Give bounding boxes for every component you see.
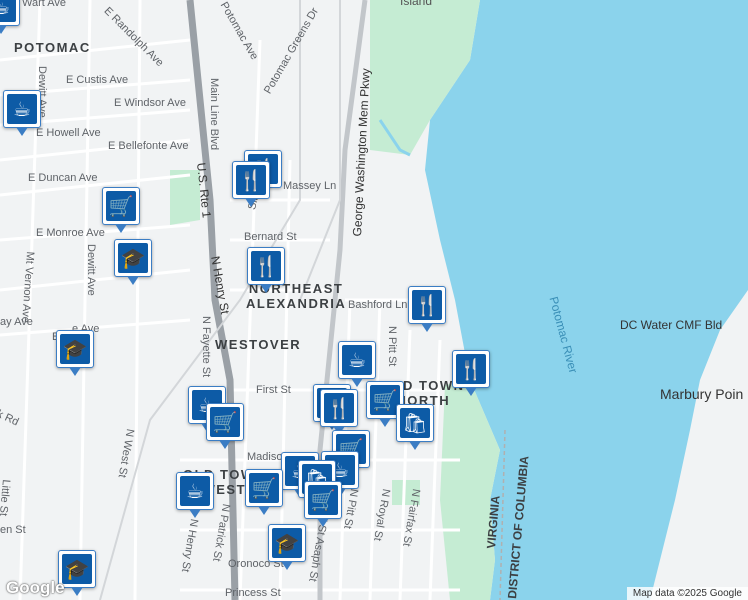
grocery-marker[interactable]: 🛒 [245,469,283,515]
restaurant-marker[interactable]: 🍴 [247,247,285,293]
restaurant-marker[interactable]: 🍴 [232,161,270,207]
street-e-howell: E Howell Ave [36,127,101,139]
grocery-marker[interactable]: 🛒 [102,187,140,233]
restaurant-marker[interactable]: 🍴 [320,389,358,435]
street-dewitt-2: Dewitt Ave [85,244,97,296]
street-e-monroe: E Monroe Ave [36,227,105,239]
street-bernard: Bernard St [244,231,297,243]
school-marker[interactable]: 🎓 [268,524,306,570]
street-frag-en-st: en St [0,524,26,536]
school-marker[interactable]: 🎓 [56,330,94,376]
street-n-fayette: N Fayette St [200,316,212,378]
graduation-cap-icon: 🎓 [60,334,90,364]
street-e-custis: E Custis Ave [66,74,129,86]
coffee-icon: ☕ [0,0,16,22]
cafe-marker[interactable]: ☕ [0,0,20,34]
street-main-line: Main Line Blvd [208,78,220,151]
coffee-icon: ☕ [180,476,210,506]
street-e-windsor: E Windsor Ave [114,97,186,109]
grocery-marker[interactable]: 🛒 [206,403,244,449]
restaurant-marker[interactable]: 🍴 [408,286,446,332]
map-attribution[interactable]: Map data ©2025 Google [626,587,748,600]
island-label: Island [400,0,433,8]
fork-knife-icon: 🍴 [412,290,442,320]
grocery-marker[interactable]: 🛒 [304,481,342,527]
graduation-cap-icon: 🎓 [272,528,302,558]
graduation-cap-icon: 🎓 [62,554,92,584]
shopping-cart-icon: 🛒 [106,191,136,221]
street-e-duncan: E Duncan Ave [28,172,98,184]
shopping-marker[interactable]: 🛍 [396,404,434,450]
area-potomac: POTOMAC [14,40,91,55]
street-frag-ay-ave: ay Ave [0,316,33,328]
coffee-icon: ☕ [342,345,372,375]
marbury-label: Marbury Poin [660,386,744,402]
graduation-cap-icon: 🎓 [118,243,148,273]
area-westover: WESTOVER [215,337,302,352]
street-wart: Wart Ave [22,0,67,9]
fork-knife-icon: 🍴 [236,165,266,195]
fork-knife-icon: 🍴 [324,393,354,423]
fork-knife-icon: 🍴 [251,251,281,281]
shopping-bag-icon: 🛍 [400,408,430,438]
street-massey: Massey Ln [283,180,337,192]
cafe-marker[interactable]: ☕ [338,341,376,387]
street-bashford: Bashford Ln [348,299,408,311]
shopping-cart-icon: 🛒 [210,407,240,437]
street-e-bellefonte: E Bellefonte Ave [108,140,189,152]
cafe-marker[interactable]: ☕ [3,90,41,136]
coffee-icon: ☕ [7,94,37,124]
cafe-marker[interactable]: ☕ [176,472,214,518]
street-first: First St [256,384,291,396]
street-madison: Madiso [247,451,283,463]
restaurant-marker[interactable]: 🍴 [452,350,490,396]
school-marker[interactable]: 🎓 [114,239,152,285]
map-canvas[interactable]: POTOMAC NORTHEAST ALEXANDRIA WESTOVER OLD… [0,0,748,600]
shopping-cart-icon: 🛒 [308,485,338,515]
fork-knife-icon: 🍴 [456,354,486,384]
dc-water-label: DC Water CMF Bld [620,318,723,332]
google-logo: Google [6,578,65,597]
street-n-pitt: N Pitt St [386,326,398,367]
shopping-cart-icon: 🛒 [249,473,279,503]
street-princess: Princess St [225,587,281,599]
